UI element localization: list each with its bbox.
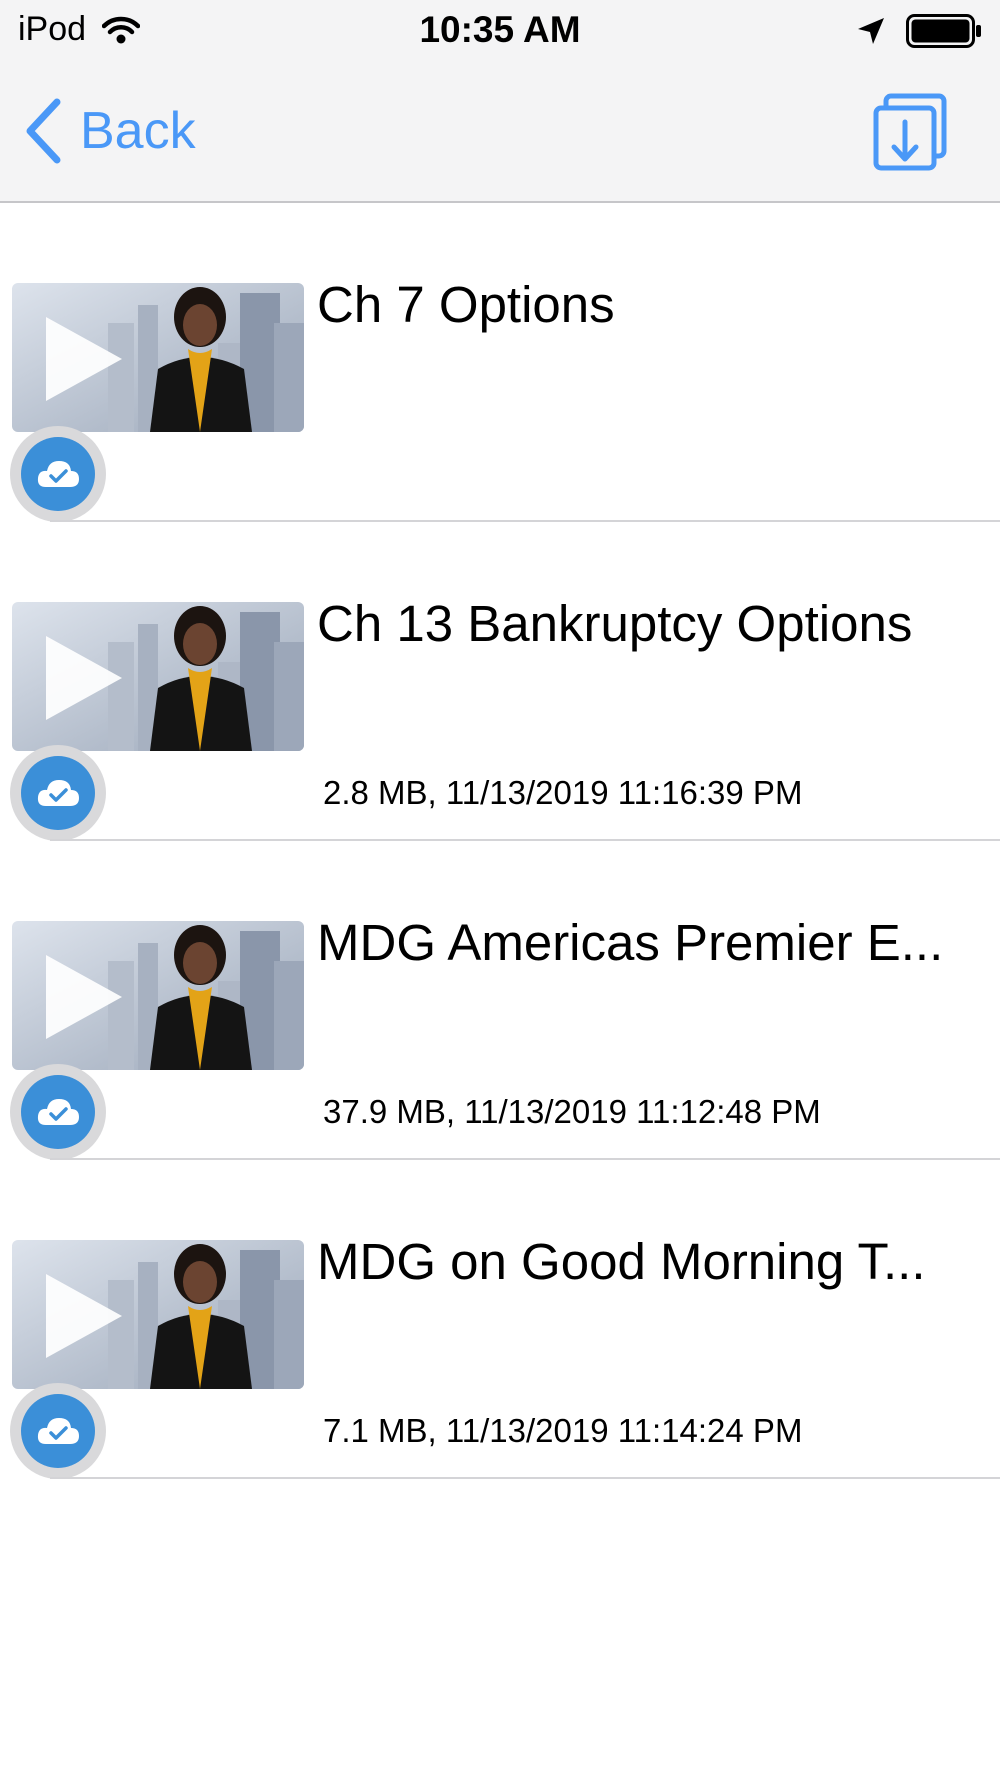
back-button[interactable]: Back (24, 98, 196, 164)
item-title: MDG on Good Morning T... (317, 1233, 926, 1290)
video-thumbnail (12, 921, 304, 1070)
screen: iPod 10:35 AM Back Ch 7 Options Ch 13 Ba… (0, 0, 1000, 1778)
item-title: Ch 13 Bankruptcy Options (317, 595, 913, 652)
cloud-badge (10, 426, 106, 522)
cloud-check-icon (37, 1099, 79, 1125)
video-thumbnail (12, 1240, 304, 1389)
list-item[interactable]: MDG Americas Premier E... 37.9 MB, 11/13… (0, 841, 1000, 1160)
item-meta: 7.1 MB, 11/13/2019 11:14:24 PM (323, 1412, 803, 1449)
cloud-badge (10, 1383, 106, 1479)
status-right (856, 14, 982, 48)
top-bar: iPod 10:35 AM Back (0, 0, 1000, 203)
cloud-check-icon (37, 780, 79, 806)
location-arrow-icon (858, 18, 884, 44)
download-icon (873, 93, 947, 171)
cloud-check-icon (37, 1418, 79, 1444)
list-item[interactable]: Ch 13 Bankruptcy Options 2.8 MB, 11/13/2… (0, 522, 1000, 841)
cloud-badge (10, 1064, 106, 1160)
item-meta: 2.8 MB, 11/13/2019 11:16:39 PM (323, 774, 803, 811)
video-thumbnail (12, 283, 304, 432)
download-button[interactable] (870, 92, 950, 172)
back-label: Back (80, 102, 196, 160)
status-time: 10:35 AM (419, 9, 581, 50)
list-item[interactable]: Ch 7 Options (0, 203, 1000, 522)
battery-icon (906, 14, 981, 48)
video-list: Ch 7 Options Ch 13 Bankruptcy Options 2.… (0, 203, 1000, 1479)
item-title: Ch 7 Options (317, 276, 615, 333)
video-thumbnail (12, 602, 304, 751)
chevron-left-icon (26, 98, 61, 164)
cloud-check-icon (37, 461, 79, 487)
item-title: MDG Americas Premier E... (317, 914, 944, 971)
list-item[interactable]: MDG on Good Morning T... 7.1 MB, 11/13/2… (0, 1160, 1000, 1479)
cloud-badge (10, 745, 106, 841)
item-meta: 37.9 MB, 11/13/2019 11:12:48 PM (323, 1093, 821, 1130)
